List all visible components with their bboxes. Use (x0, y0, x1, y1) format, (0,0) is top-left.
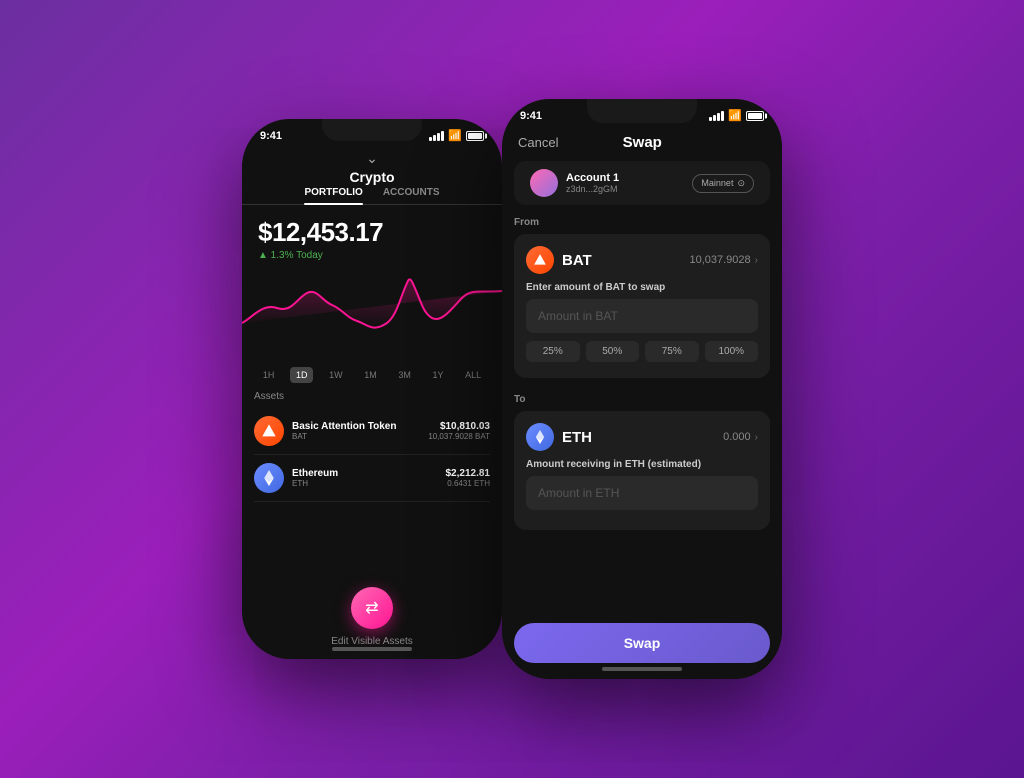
portfolio-value-section: $12,453.17 ▲ 1.3% Today (242, 217, 502, 261)
wifi-icon: 📶 (448, 129, 462, 142)
time-filter-bar: 1H 1D 1W 1M 3M 1Y ALL (242, 367, 502, 383)
bat-icon (254, 416, 284, 446)
asset-bat-row[interactable]: Basic Attention Token BAT $10,810.03 10,… (254, 408, 490, 455)
filter-3m[interactable]: 3M (392, 367, 417, 383)
bat-symbol: BAT (292, 432, 428, 441)
filter-all[interactable]: ALL (459, 367, 487, 383)
filter-1w[interactable]: 1W (323, 367, 349, 383)
eth-info: Ethereum ETH (292, 468, 446, 488)
status-icons-left: 📶 (429, 129, 484, 142)
swap-arrows-icon: ⇄ (365, 598, 378, 618)
bat-name: Basic Attention Token (292, 421, 428, 432)
assets-label: Assets (254, 391, 490, 402)
home-indicator-left (332, 647, 412, 651)
pct-50-button[interactable]: 50% (586, 341, 640, 362)
chevron-down-icon[interactable]: ⌄ (242, 150, 502, 167)
from-section: From BAT 10,037.9028 › (502, 217, 782, 386)
pct-75-button[interactable]: 75% (645, 341, 699, 362)
price-chart (242, 263, 502, 363)
tab-portfolio[interactable]: PORTFOLIO (304, 187, 362, 204)
home-indicator-right (602, 667, 682, 671)
assets-section: Assets Basic Attention Token BAT $10,810… (242, 391, 502, 617)
right-phone: 9:41 📶 Cancel Swap (502, 99, 782, 679)
portfolio-change: ▲ 1.3% Today (258, 250, 486, 261)
left-phone: 9:41 📶 ⌄ Cr (242, 119, 502, 659)
swap-page-title: Swap (623, 134, 662, 151)
filter-1d[interactable]: 1D (290, 367, 314, 383)
percentage-buttons: 25% 50% 75% 100% (526, 341, 758, 362)
eth-amount-input[interactable]: Amount in ETH (526, 476, 758, 510)
swap-header: Cancel Swap (502, 126, 782, 161)
notch-left (322, 119, 422, 141)
network-icon: ⊙ (737, 178, 745, 189)
bat-token-icon (526, 246, 554, 274)
signal-icon-right (709, 111, 724, 121)
bat-amount-input[interactable]: Amount in BAT (526, 299, 758, 333)
tab-accounts[interactable]: ACCOUNTS (383, 187, 440, 204)
signal-icon (429, 131, 444, 141)
account-bar[interactable]: Account 1 z3dn...2gGM Mainnet ⊙ (514, 161, 770, 205)
filter-1y[interactable]: 1Y (427, 367, 450, 383)
notch-right (587, 99, 697, 123)
network-label: Mainnet (701, 178, 733, 188)
asset-eth-row[interactable]: Ethereum ETH $2,212.81 0.6431 ETH (254, 455, 490, 502)
bat-info: Basic Attention Token BAT (292, 421, 428, 441)
time-left: 9:41 (260, 130, 282, 142)
bat-token-symbol: BAT (562, 252, 592, 269)
status-icons-right: 📶 (709, 109, 764, 122)
eth-token-icon (526, 423, 554, 451)
time-right: 9:41 (520, 110, 542, 122)
pct-100-button[interactable]: 100% (705, 341, 759, 362)
battery-icon-right (746, 111, 764, 121)
eth-token-row[interactable]: ETH 0.000 › (526, 423, 758, 451)
eth-input-label: Amount receiving in ETH (estimated) (526, 459, 758, 470)
filter-1h[interactable]: 1H (257, 367, 281, 383)
page-title-left: Crypto (349, 169, 394, 185)
portfolio-header: ⌄ Crypto PORTFOLIO ACCOUNTS (242, 146, 502, 217)
account-address: z3dn...2gGM (566, 184, 619, 194)
bat-input-label: Enter amount of BAT to swap (526, 282, 758, 293)
account-info: Account 1 z3dn...2gGM (530, 169, 619, 197)
eth-balance: 0.000 › (723, 431, 758, 443)
portfolio-screen: ⌄ Crypto PORTFOLIO ACCOUNTS $12,453.17 ▲… (242, 146, 502, 659)
eth-symbol: ETH (292, 479, 446, 488)
account-avatar (530, 169, 558, 197)
battery-icon (466, 131, 484, 141)
eth-amounts: $2,212.81 0.6431 ETH (446, 468, 491, 488)
cancel-button[interactable]: Cancel (518, 135, 558, 150)
portfolio-amount: $12,453.17 (258, 217, 486, 248)
eth-tokens: 0.6431 ETH (446, 479, 491, 488)
eth-name: Ethereum (292, 468, 446, 479)
edit-assets-label: Edit Visible Assets (331, 636, 413, 647)
eth-token-symbol: ETH (562, 429, 592, 446)
pct-25-button[interactable]: 25% (526, 341, 580, 362)
filter-1m[interactable]: 1M (358, 367, 383, 383)
bat-balance: 10,037.9028 › (689, 254, 758, 266)
tab-bar: PORTFOLIO ACCOUNTS (242, 187, 502, 205)
from-token-selector: BAT 10,037.9028 › Enter amount of BAT to… (514, 234, 770, 378)
eth-usd: $2,212.81 (446, 468, 491, 479)
bat-usd: $10,810.03 (428, 421, 490, 432)
bat-tokens: 10,037.9028 BAT (428, 432, 490, 441)
wifi-icon-right: 📶 (728, 109, 742, 122)
from-label: From (514, 217, 770, 228)
eth-icon (254, 463, 284, 493)
to-token-selector: ETH 0.000 › Amount receiving in ETH (est… (514, 411, 770, 530)
swap-fab-button[interactable]: ⇄ (351, 587, 393, 629)
swap-button[interactable]: Swap (514, 623, 770, 663)
to-label: To (514, 394, 770, 405)
to-section: To ETH 0.000 › Amo (502, 394, 782, 538)
chevron-right-icon: › (755, 255, 758, 266)
account-name: Account 1 (566, 172, 619, 184)
bat-token-row[interactable]: BAT 10,037.9028 › (526, 246, 758, 274)
chevron-right-eth-icon: › (755, 432, 758, 443)
network-badge[interactable]: Mainnet ⊙ (692, 174, 754, 193)
bat-amounts: $10,810.03 10,037.9028 BAT (428, 421, 490, 441)
